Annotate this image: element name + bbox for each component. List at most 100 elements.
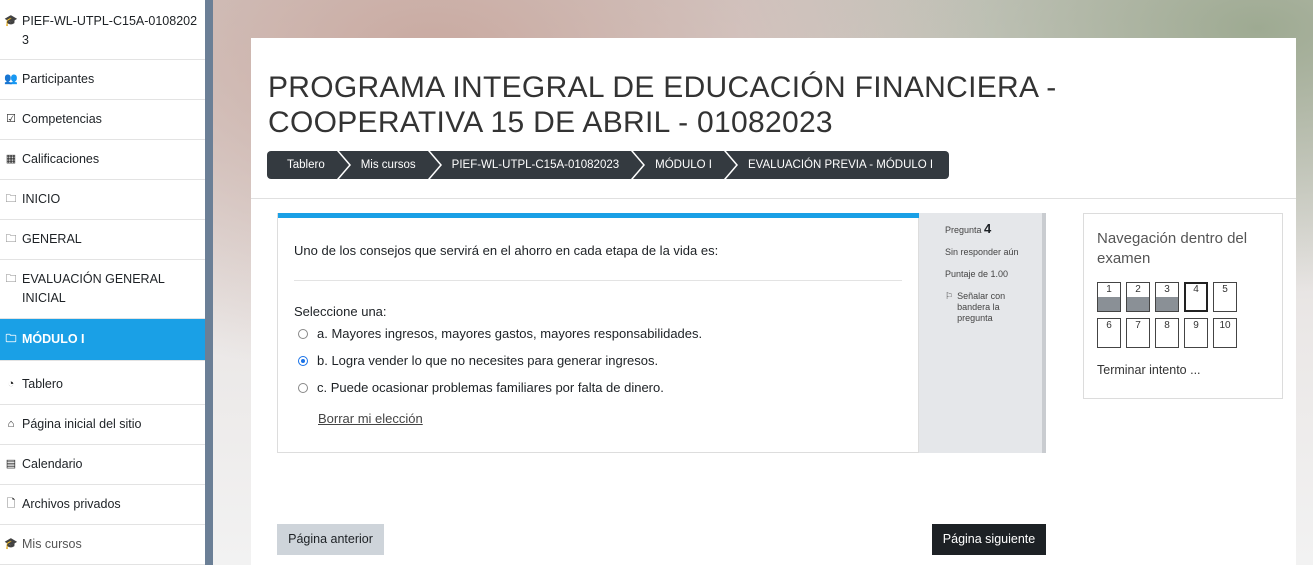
quiz-nav-button-4[interactable]: 4 — [1184, 282, 1208, 312]
sidebar-item-label: Competencias — [22, 112, 102, 126]
quiz-nav-button-label: 2 — [1135, 284, 1141, 295]
sidebar-item-label: Archivos privados — [22, 497, 121, 511]
quiz-nav-button-10[interactable]: 10 — [1213, 318, 1237, 348]
sidebar-item-label: GENERAL — [22, 232, 82, 246]
breadcrumb: Tablero Mis cursos PIEF-WL-UTPL-C15A-010… — [267, 151, 951, 179]
quiz-nav-button-label: 10 — [1219, 320, 1231, 331]
quiz-nav-button-9[interactable]: 9 — [1184, 318, 1208, 348]
previous-page-button[interactable]: Página anterior — [277, 524, 384, 555]
sidebar-item-tablero[interactable]: ◔ Tablero — [0, 361, 205, 405]
sidebar-item-course[interactable]: 🎓 PIEF-WL-UTPL-C15A-01082023 — [0, 0, 205, 60]
sidebar-item-mis-cursos[interactable]: 🎓 Mis cursos — [0, 525, 205, 565]
sidebar-item-label: Página inicial del sitio — [22, 417, 142, 431]
question-number-value: 4 — [984, 221, 992, 236]
quiz-nav-button-5[interactable]: 5 — [1213, 282, 1237, 312]
folder-icon: 🗀 — [5, 193, 17, 205]
breadcrumb-item-course[interactable]: PIEF-WL-UTPL-C15A-01082023 — [429, 151, 646, 179]
sidebar-item-label: Mis cursos — [22, 537, 82, 551]
calendar-icon: ▤ — [5, 458, 17, 470]
answered-indicator — [1127, 297, 1149, 311]
breadcrumb-item-tablero[interactable]: Tablero — [267, 151, 351, 179]
flag-icon: ⚐ — [945, 291, 954, 301]
quiz-nav-button-7[interactable]: 7 — [1126, 318, 1150, 348]
sidebar-item-label: Participantes — [22, 72, 95, 86]
quiz-nav-button-label: 4 — [1193, 284, 1199, 295]
quiz-navigation-block: Navegación dentro del examen 1 2 3 4 5 6… — [1083, 213, 1283, 399]
folder-icon: 🗀 — [5, 333, 17, 345]
sidebar-item-archivos[interactable]: 🗋 Archivos privados — [0, 485, 205, 525]
answer-option-label: a. Mayores ingresos, mayores gastos, may… — [317, 326, 703, 341]
question-text: Uno de los consejos que servirá en el ah… — [294, 243, 719, 258]
nav-drawer: 🎓 PIEF-WL-UTPL-C15A-01082023 👥 Participa… — [0, 0, 205, 565]
quiz-nav-button-label: 1 — [1106, 284, 1112, 295]
graduation-cap-icon: 🎓 — [4, 15, 18, 27]
sidebar-item-evaluacion-general[interactable]: 🗀 EVALUACIÓN GENERAL INICIAL — [0, 260, 205, 319]
next-page-button[interactable]: Página siguiente — [932, 524, 1046, 555]
sidebar-border — [205, 0, 213, 565]
quiz-nav-button-6[interactable]: 6 — [1097, 318, 1121, 348]
sidebar-item-label: INICIO — [22, 192, 61, 206]
breadcrumb-item-mis-cursos[interactable]: Mis cursos — [338, 151, 442, 179]
sidebar-item-participantes[interactable]: 👥 Participantes — [0, 60, 205, 100]
quiz-nav-button-label: 3 — [1164, 284, 1170, 295]
sidebar-item-inicio[interactable]: 🗀 INICIO — [0, 180, 205, 220]
answered-indicator — [1156, 297, 1178, 311]
flag-question-label: Señalar con bandera la pregunta — [957, 291, 1006, 323]
dashboard-icon: ◔ — [7, 378, 15, 390]
quiz-nav-button-label: 6 — [1106, 320, 1112, 331]
quiz-nav-button-8[interactable]: 8 — [1155, 318, 1179, 348]
sidebar-item-competencias[interactable]: ☑ Competencias — [0, 100, 205, 140]
sidebar-item-label: PIEF-WL-UTPL-C15A-01082023 — [22, 14, 198, 47]
users-icon: 👥 — [4, 73, 18, 85]
answered-indicator — [1098, 297, 1120, 311]
breadcrumb-item-evaluacion[interactable]: EVALUACIÓN PREVIA - MÓDULO I — [726, 151, 950, 179]
quiz-nav-button-label: 9 — [1193, 320, 1199, 331]
sidebar-item-calificaciones[interactable]: ▦ Calificaciones — [0, 140, 205, 180]
question-content: Uno de los consejos que servirá en el ah… — [277, 213, 919, 453]
answer-option-a[interactable]: a. Mayores ingresos, mayores gastos, may… — [298, 326, 702, 341]
question-label: Pregunta — [945, 225, 982, 235]
question-accent-bar — [278, 213, 919, 218]
radio-button-selected[interactable] — [298, 355, 308, 366]
sidebar-item-label: EVALUACIÓN GENERAL INICIAL — [22, 272, 165, 305]
sidebar-item-modulo-i[interactable]: 🗀 MÓDULO I — [0, 319, 205, 361]
sidebar-item-label: Calendario — [22, 457, 83, 471]
quiz-nav-button-label: 7 — [1135, 320, 1141, 331]
page-title: PROGRAMA INTEGRAL DE EDUCACIÓN FINANCIER… — [268, 71, 1057, 139]
sidebar-item-label: MÓDULO I — [22, 332, 85, 346]
quiz-nav-button-2[interactable]: 2 — [1126, 282, 1150, 312]
folder-icon: 🗀 — [5, 233, 17, 245]
home-icon: ⌂ — [7, 418, 15, 430]
sidebar-item-calendario[interactable]: ▤ Calendario — [0, 445, 205, 485]
question-score: Puntaje de 1.00 — [945, 269, 1009, 279]
quiz-navigation-title: Navegación dentro del examen — [1097, 230, 1248, 267]
sidebar-item-label: Calificaciones — [22, 152, 100, 166]
answer-option-label: b. Logra vender lo que no necesites para… — [317, 353, 659, 368]
file-icon: 🗋 — [6, 498, 16, 510]
page-header: PROGRAMA INTEGRAL DE EDUCACIÓN FINANCIER… — [251, 38, 1296, 199]
radio-button[interactable] — [298, 382, 308, 393]
breadcrumb-item-modulo[interactable]: MÓDULO I — [633, 151, 738, 179]
divider — [294, 280, 902, 281]
quiz-nav-button-label: 8 — [1164, 320, 1170, 331]
sidebar-item-label: Tablero — [22, 377, 63, 391]
question-number: Pregunta 4 — [945, 221, 1036, 236]
quiz-nav-button-3[interactable]: 3 — [1155, 282, 1179, 312]
folder-icon: 🗀 — [5, 273, 17, 285]
answer-prompt: Seleccione una: — [294, 304, 387, 319]
finish-attempt-link[interactable]: Terminar intento ... — [1097, 363, 1201, 377]
sidebar-item-general[interactable]: 🗀 GENERAL — [0, 220, 205, 260]
quiz-nav-button-label: 5 — [1222, 284, 1228, 295]
answer-option-c[interactable]: c. Puede ocasionar problemas familiares … — [298, 380, 664, 395]
question-status: Sin responder aún — [945, 247, 1019, 257]
graduation-cap-icon: 🎓 — [4, 538, 18, 550]
sidebar-item-pagina-inicial[interactable]: ⌂ Página inicial del sitio — [0, 405, 205, 445]
clear-choice-link[interactable]: Borrar mi elección — [318, 411, 423, 426]
quiz-nav-button-1[interactable]: 1 — [1097, 282, 1121, 312]
flag-question-link[interactable]: ⚐ Señalar con bandera la pregunta — [945, 291, 1036, 324]
question-info-panel: Pregunta 4 Sin responder aún Puntaje de … — [919, 213, 1046, 453]
radio-button[interactable] — [298, 328, 308, 339]
table-icon: ▦ — [5, 153, 17, 165]
check-square-icon: ☑ — [6, 113, 16, 125]
answer-option-b[interactable]: b. Logra vender lo que no necesites para… — [298, 353, 658, 368]
